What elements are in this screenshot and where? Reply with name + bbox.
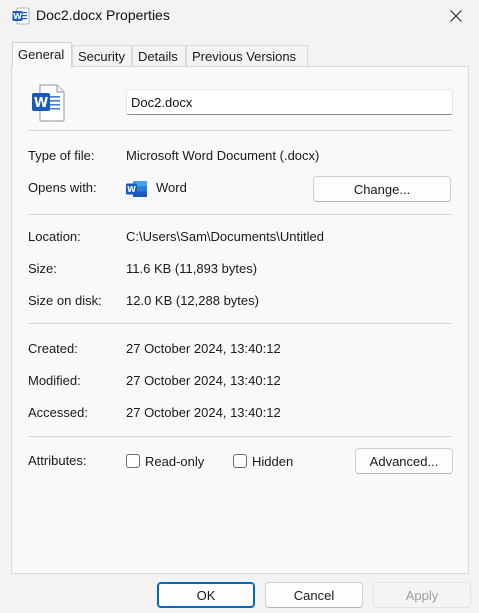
read-only-checkbox[interactable] xyxy=(126,454,140,468)
attributes-label: Attributes: xyxy=(28,453,87,468)
close-button[interactable] xyxy=(433,0,479,32)
divider xyxy=(28,214,452,215)
tab-previous-versions[interactable]: Previous Versions xyxy=(186,45,308,66)
created-label: Created: xyxy=(28,341,78,356)
size-label: Size: xyxy=(28,261,57,276)
type-of-file-value: Microsoft Word Document (.docx) xyxy=(126,148,320,163)
divider xyxy=(28,130,452,131)
ok-button[interactable]: OK xyxy=(157,582,255,608)
tab-security[interactable]: Security xyxy=(72,45,132,66)
created-value: 27 October 2024, 13:40:12 xyxy=(126,341,281,356)
accessed-value: 27 October 2024, 13:40:12 xyxy=(126,405,281,420)
advanced-button[interactable]: Advanced... xyxy=(355,448,453,474)
modified-value: 27 October 2024, 13:40:12 xyxy=(126,373,281,388)
word-app-icon: W xyxy=(126,181,147,197)
word-document-icon: W xyxy=(32,84,65,122)
divider xyxy=(28,323,452,324)
tab-details-label: Details xyxy=(138,49,178,64)
svg-text:W: W xyxy=(13,12,22,21)
window-title: Doc2.docx Properties xyxy=(36,7,170,23)
close-icon xyxy=(450,10,462,22)
tab-details[interactable]: Details xyxy=(132,45,186,66)
location-label: Location: xyxy=(28,229,81,244)
read-only-label[interactable]: Read-only xyxy=(145,454,204,469)
tab-security-label: Security xyxy=(78,49,125,64)
type-of-file-label: Type of file: xyxy=(28,148,95,163)
tab-general-label: General xyxy=(18,47,65,62)
change-button[interactable]: Change... xyxy=(313,176,451,202)
title-bar[interactable]: W Doc2.docx Properties xyxy=(0,0,479,32)
location-value: C:\Users\Sam\Documents\Untitled xyxy=(126,229,324,244)
tab-general[interactable]: General xyxy=(12,42,72,67)
filename-input[interactable] xyxy=(126,89,453,115)
cancel-button[interactable]: Cancel xyxy=(265,582,363,608)
opens-with-label: Opens with: xyxy=(28,180,97,195)
apply-button[interactable]: Apply xyxy=(373,582,471,608)
svg-text:W: W xyxy=(34,96,48,111)
modified-label: Modified: xyxy=(28,373,81,388)
size-value: 11.6 KB (11,893 bytes) xyxy=(126,261,258,276)
tab-previous-versions-label: Previous Versions xyxy=(192,49,297,64)
accessed-label: Accessed: xyxy=(28,405,88,420)
hidden-checkbox[interactable] xyxy=(233,454,247,468)
opens-with-value: Word xyxy=(156,180,187,195)
size-on-disk-label: Size on disk: xyxy=(28,293,102,308)
svg-text:W: W xyxy=(127,185,136,194)
general-panel: W Type of file: Microsoft Word Document … xyxy=(11,66,469,574)
size-on-disk-value: 12.0 KB (12,288 bytes) xyxy=(126,293,259,308)
hidden-label[interactable]: Hidden xyxy=(252,454,293,469)
word-icon: W xyxy=(12,7,30,25)
divider xyxy=(28,436,452,437)
